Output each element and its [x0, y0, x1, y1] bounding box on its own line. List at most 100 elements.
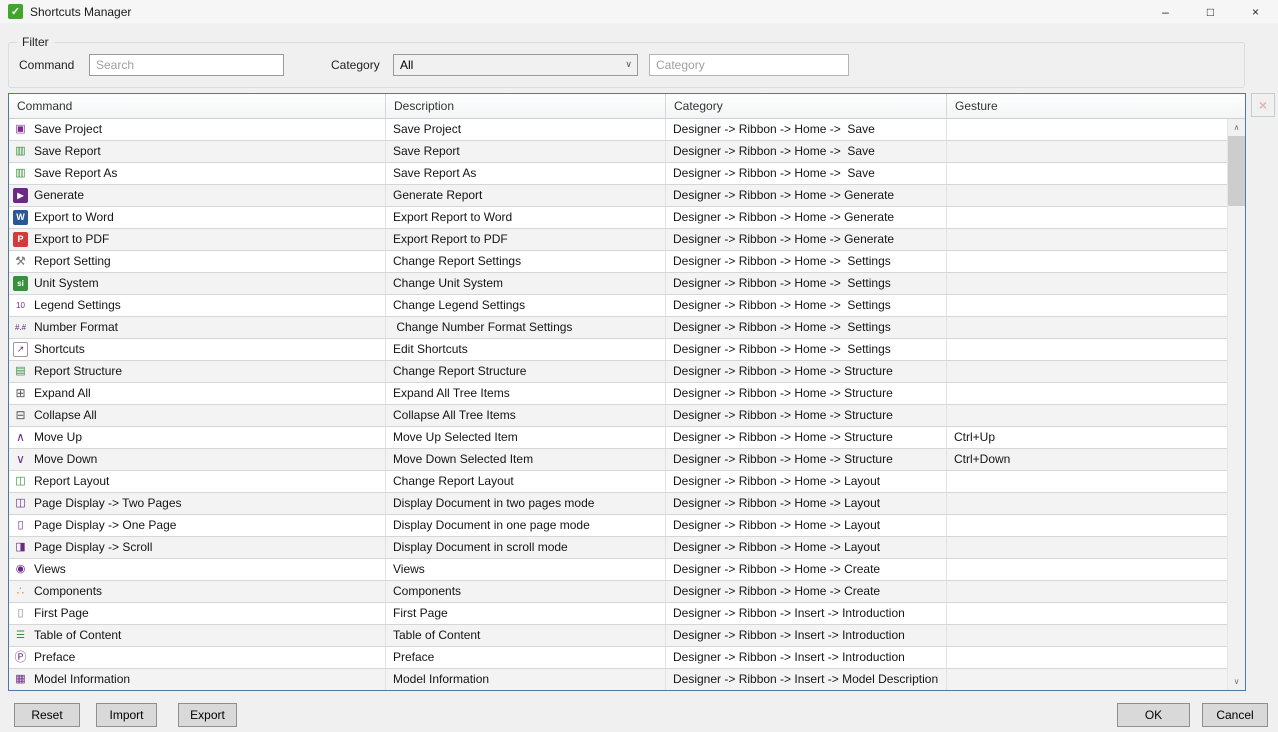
table-row[interactable]: ▣ Save Project Save Project Designer -> …	[9, 119, 1227, 141]
chevron-down-icon: ∨	[625, 59, 632, 70]
ok-button[interactable]: OK	[1117, 703, 1190, 727]
category-text-input[interactable]	[649, 54, 849, 76]
scroll-up-button[interactable]: ∧	[1228, 119, 1245, 136]
description-cell: Edit Shortcuts	[386, 339, 666, 360]
table-row[interactable]: ◫ Page Display -> Two Pages Display Docu…	[9, 493, 1227, 515]
command-label: Collapse All	[34, 405, 97, 426]
description-cell: Model Information	[386, 669, 666, 690]
category-cell: Designer -> Ribbon -> Home -> Settings	[666, 317, 947, 338]
command-cell: ↗ Shortcuts	[9, 339, 386, 360]
table-row[interactable]: ◉ Views Views Designer -> Ribbon -> Home…	[9, 559, 1227, 581]
collapse-all-icon: ⊟	[13, 408, 28, 423]
window-controls: – □ ×	[1143, 0, 1278, 23]
command-cell: si Unit System	[9, 273, 386, 294]
command-label: Table of Content	[34, 625, 121, 646]
table-row[interactable]: ∨ Move Down Move Down Selected Item Desi…	[9, 449, 1227, 471]
table-row[interactable]: ▶ Generate Generate Report Designer -> R…	[9, 185, 1227, 207]
table-row[interactable]: 10 Legend Settings Change Legend Setting…	[9, 295, 1227, 317]
command-label: Export to PDF	[34, 229, 109, 250]
category-cell: Designer -> Ribbon -> Home -> Save	[666, 141, 947, 162]
unit-system-icon: si	[13, 276, 28, 291]
cancel-button[interactable]: Cancel	[1202, 703, 1268, 727]
command-label: Unit System	[34, 273, 99, 294]
command-cell: ▯ First Page	[9, 603, 386, 624]
command-cell: ▥ Save Report	[9, 141, 386, 162]
expand-all-icon: ⊞	[13, 386, 28, 401]
maximize-button[interactable]: □	[1188, 0, 1233, 23]
generate-icon: ▶	[13, 188, 28, 203]
views-icon: ◉	[13, 562, 28, 577]
table-row[interactable]: ▥ Save Report Save Report Designer -> Ri…	[9, 141, 1227, 163]
export-button[interactable]: Export	[178, 703, 237, 727]
command-label: Page Display -> Scroll	[34, 537, 152, 558]
gesture-cell	[947, 515, 1227, 536]
table-row[interactable]: ∴ Components Components Designer -> Ribb…	[9, 581, 1227, 603]
column-header-command[interactable]: Command	[9, 94, 386, 118]
gesture-cell	[947, 141, 1227, 162]
table-row[interactable]: ◫ Report Layout Change Report Layout Des…	[9, 471, 1227, 493]
gesture-cell	[947, 405, 1227, 426]
description-cell: Change Report Layout	[386, 471, 666, 492]
command-cell: ▥ Save Report As	[9, 163, 386, 184]
table-row[interactable]: ⊟ Collapse All Collapse All Tree Items D…	[9, 405, 1227, 427]
table-row[interactable]: ∧ Move Up Move Up Selected Item Designer…	[9, 427, 1227, 449]
minimize-button[interactable]: –	[1143, 0, 1188, 23]
category-cell: Designer -> Ribbon -> Insert -> Introduc…	[666, 647, 947, 668]
export-pdf-icon: P	[13, 232, 28, 247]
category-dropdown[interactable]: All ∨	[393, 54, 638, 76]
category-cell: Designer -> Ribbon -> Insert -> Introduc…	[666, 603, 947, 624]
minimize-icon: –	[1162, 5, 1169, 19]
import-button[interactable]: Import	[96, 703, 157, 727]
command-cell: ∴ Components	[9, 581, 386, 602]
table-row[interactable]: ▤ Report Structure Change Report Structu…	[9, 361, 1227, 383]
filter-row: Command Category All ∨	[9, 54, 1244, 76]
command-cell: ◫ Page Display -> Two Pages	[9, 493, 386, 514]
report-structure-icon: ▤	[13, 364, 28, 379]
table-row[interactable]: ▦ Model Information Model Information De…	[9, 669, 1227, 690]
column-header-gesture[interactable]: Gesture	[947, 94, 1245, 118]
report-setting-icon: ⚒	[13, 254, 28, 269]
table-row[interactable]: ⊞ Expand All Expand All Tree Items Desig…	[9, 383, 1227, 405]
table-row[interactable]: Ⓟ Preface Preface Designer -> Ribbon -> …	[9, 647, 1227, 669]
export-word-icon: W	[13, 210, 28, 225]
command-label: Model Information	[34, 669, 130, 690]
table-row[interactable]: P Export to PDF Export Report to PDF Des…	[9, 229, 1227, 251]
report-layout-icon: ◫	[13, 474, 28, 489]
chevron-down-scroll-icon: ∨	[1234, 677, 1240, 686]
category-cell: Designer -> Ribbon -> Home -> Layout	[666, 493, 947, 514]
vertical-scrollbar[interactable]: ∧ ∨	[1227, 119, 1245, 690]
command-cell: #.# Number Format	[9, 317, 386, 338]
gesture-cell	[947, 207, 1227, 228]
scroll-page-icon: ◨	[13, 540, 28, 555]
table-row[interactable]: ↗ Shortcuts Edit Shortcuts Designer -> R…	[9, 339, 1227, 361]
command-label: First Page	[34, 603, 89, 624]
table-row[interactable]: si Unit System Change Unit System Design…	[9, 273, 1227, 295]
scrollbar-thumb[interactable]	[1228, 136, 1245, 206]
command-search-input[interactable]	[89, 54, 284, 76]
table-row[interactable]: ▯ First Page First Page Designer -> Ribb…	[9, 603, 1227, 625]
table-row[interactable]: ◨ Page Display -> Scroll Display Documen…	[9, 537, 1227, 559]
command-label: Preface	[34, 647, 75, 668]
table-row[interactable]: W Export to Word Export Report to Word D…	[9, 207, 1227, 229]
table-row[interactable]: ☰ Table of Content Table of Content Desi…	[9, 625, 1227, 647]
category-cell: Designer -> Ribbon -> Home -> Structure	[666, 361, 947, 382]
gesture-cell	[947, 625, 1227, 646]
close-button[interactable]: ×	[1233, 0, 1278, 23]
delete-gesture-button[interactable]: ×	[1251, 93, 1275, 117]
command-cell: ▣ Save Project	[9, 119, 386, 140]
column-header-category[interactable]: Category	[666, 94, 947, 118]
scroll-down-button[interactable]: ∨	[1228, 673, 1245, 690]
table-row[interactable]: ▯ Page Display -> One Page Display Docum…	[9, 515, 1227, 537]
save-report-icon: ▥	[13, 144, 28, 159]
command-label: Save Report As	[34, 163, 117, 184]
red-x-icon: ×	[1259, 97, 1267, 113]
command-label: Generate	[34, 185, 84, 206]
one-page-icon: ▯	[13, 518, 28, 533]
table-row[interactable]: ▥ Save Report As Save Report As Designer…	[9, 163, 1227, 185]
reset-button[interactable]: Reset	[14, 703, 80, 727]
command-label: Export to Word	[34, 207, 114, 228]
description-cell: Change Report Structure	[386, 361, 666, 382]
table-row[interactable]: #.# Number Format Change Number Format S…	[9, 317, 1227, 339]
column-header-description[interactable]: Description	[386, 94, 666, 118]
table-row[interactable]: ⚒ Report Setting Change Report Settings …	[9, 251, 1227, 273]
